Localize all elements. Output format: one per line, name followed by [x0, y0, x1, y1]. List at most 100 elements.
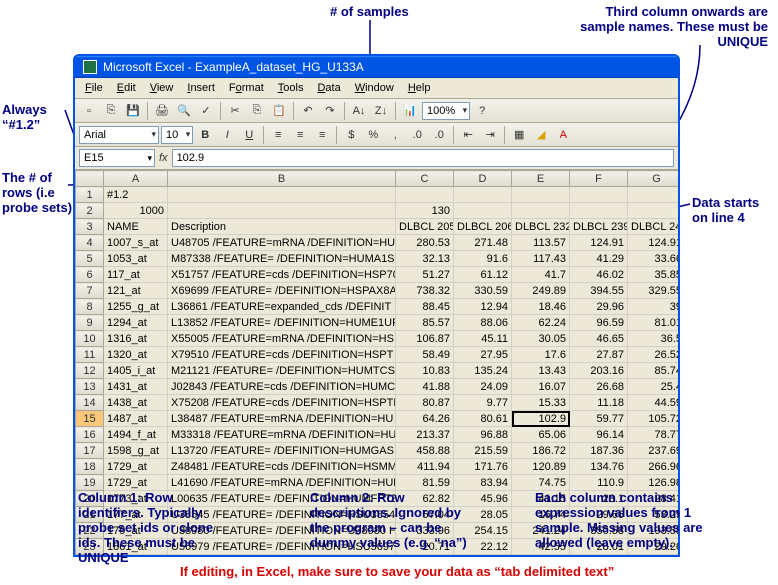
menu-window[interactable]: Window	[349, 80, 400, 96]
cell[interactable]: 27.95	[454, 347, 512, 363]
cell[interactable]: X51757 /FEATURE=cds /DEFINITION=HSP70	[168, 267, 396, 283]
col-header-D[interactable]: D	[454, 171, 512, 187]
copy-button[interactable]: ⎘	[247, 101, 267, 121]
cell[interactable]: 39	[628, 299, 681, 315]
paste-button[interactable]: 📋	[269, 101, 289, 121]
cell[interactable]: 61.12	[454, 267, 512, 283]
cell[interactable]: 1053_at	[104, 251, 168, 267]
cell[interactable]: 1729_at	[104, 459, 168, 475]
cell[interactable]: DLBCL 240	[628, 219, 681, 235]
cell[interactable]	[454, 187, 512, 203]
percent-button[interactable]: %	[363, 125, 383, 145]
cell[interactable]: 1598_g_at	[104, 443, 168, 459]
align-center-button[interactable]: ≡	[290, 125, 310, 145]
cell[interactable]: 1729_at	[104, 475, 168, 491]
fx-icon[interactable]: fx	[159, 152, 168, 164]
redo-button[interactable]: ↷	[320, 101, 340, 121]
col-header-F[interactable]: F	[570, 171, 628, 187]
cell[interactable]: 134.76	[570, 459, 628, 475]
menu-view[interactable]: View	[144, 80, 180, 96]
borders-button[interactable]: ▦	[509, 125, 529, 145]
cell[interactable]: 51.27	[396, 267, 454, 283]
cell[interactable]	[570, 187, 628, 203]
cell[interactable]: 46.65	[570, 331, 628, 347]
cell[interactable]: 9.77	[454, 395, 512, 411]
cell[interactable]: 106.87	[396, 331, 454, 347]
cell[interactable]: 35.85	[628, 267, 681, 283]
row-header[interactable]: 15	[76, 411, 104, 427]
cell[interactable]: L36861 /FEATURE=expanded_cds /DEFINIT	[168, 299, 396, 315]
currency-button[interactable]: $	[341, 125, 361, 145]
cell[interactable]: 102.9	[512, 411, 570, 427]
align-right-button[interactable]: ≡	[312, 125, 332, 145]
row-header[interactable]: 3	[76, 219, 104, 235]
cell[interactable]: 330.59	[454, 283, 512, 299]
spell-button[interactable]: ✓	[196, 101, 216, 121]
cell[interactable]: 329.55	[628, 283, 681, 299]
underline-button[interactable]: U	[239, 125, 259, 145]
row-header[interactable]: 14	[76, 395, 104, 411]
cell[interactable]: 117.43	[512, 251, 570, 267]
row-header[interactable]: 12	[76, 363, 104, 379]
cell[interactable]: 81.01	[628, 315, 681, 331]
cell[interactable]: 46.02	[570, 267, 628, 283]
comma-button[interactable]: ,	[385, 125, 405, 145]
open-button[interactable]: ⎘	[101, 101, 121, 121]
font-size-box[interactable]: 10	[161, 126, 193, 144]
cell[interactable]: DLBCL 205	[396, 219, 454, 235]
cell[interactable]: 1431_at	[104, 379, 168, 395]
cell[interactable]: 738.32	[396, 283, 454, 299]
cell[interactable]: 187.36	[570, 443, 628, 459]
cell[interactable]: 11.18	[570, 395, 628, 411]
cell[interactable]: 124.91	[628, 235, 681, 251]
cell[interactable]: 16.07	[512, 379, 570, 395]
formula-input[interactable]	[172, 149, 674, 167]
cell[interactable]: 81.59	[396, 475, 454, 491]
menu-tools[interactable]: Tools	[272, 80, 310, 96]
cell[interactable]: 85.57	[396, 315, 454, 331]
row-header[interactable]: 19	[76, 475, 104, 491]
cell[interactable]: 88.45	[396, 299, 454, 315]
cell[interactable]: 171.76	[454, 459, 512, 475]
sort-desc-button[interactable]: Z↓	[371, 101, 391, 121]
cell[interactable]: 83.94	[454, 475, 512, 491]
bold-button[interactable]: B	[195, 125, 215, 145]
cell[interactable]: 135.24	[454, 363, 512, 379]
cell[interactable]: 1255_g_at	[104, 299, 168, 315]
chart-button[interactable]: 📊	[400, 101, 420, 121]
cell[interactable]: 18.46	[512, 299, 570, 315]
cell[interactable]: 266.96	[628, 459, 681, 475]
menu-format[interactable]: Format	[223, 80, 270, 96]
cell[interactable]: 237.69	[628, 443, 681, 459]
cell[interactable]: 1316_at	[104, 331, 168, 347]
cell[interactable]: 80.87	[396, 395, 454, 411]
cell[interactable]: 12.94	[454, 299, 512, 315]
cell[interactable]: 15.33	[512, 395, 570, 411]
row-header[interactable]: 13	[76, 379, 104, 395]
row-header[interactable]: 11	[76, 347, 104, 363]
row-header[interactable]: 7	[76, 283, 104, 299]
font-name-box[interactable]: Arial	[79, 126, 159, 144]
cell[interactable]	[396, 187, 454, 203]
menu-insert[interactable]: Insert	[181, 80, 221, 96]
select-all-corner[interactable]	[76, 171, 104, 187]
cell[interactable]: 64.26	[396, 411, 454, 427]
cell[interactable]: 215.59	[454, 443, 512, 459]
cell[interactable]: 13.43	[512, 363, 570, 379]
cell[interactable]: 26.68	[570, 379, 628, 395]
cell[interactable]: 36.5	[628, 331, 681, 347]
cell[interactable]: J02843 /FEATURE=cds /DEFINITION=HUMC	[168, 379, 396, 395]
cell[interactable]: 1438_at	[104, 395, 168, 411]
cell[interactable]: 24.09	[454, 379, 512, 395]
cell[interactable]: 30.05	[512, 331, 570, 347]
cell[interactable]: 1294_at	[104, 315, 168, 331]
cell[interactable]: 249.89	[512, 283, 570, 299]
menu-help[interactable]: Help	[402, 80, 437, 96]
cell[interactable]: Z48481 /FEATURE=cds /DEFINITION=HSMM	[168, 459, 396, 475]
dec-decimal-button[interactable]: .0	[429, 125, 449, 145]
menu-edit[interactable]: Edit	[111, 80, 142, 96]
cell[interactable]: L13852 /FEATURE= /DEFINITION=HUME1UF	[168, 315, 396, 331]
cell[interactable]: 45.11	[454, 331, 512, 347]
cell[interactable]: 41.88	[396, 379, 454, 395]
cell[interactable]: 1405_i_at	[104, 363, 168, 379]
